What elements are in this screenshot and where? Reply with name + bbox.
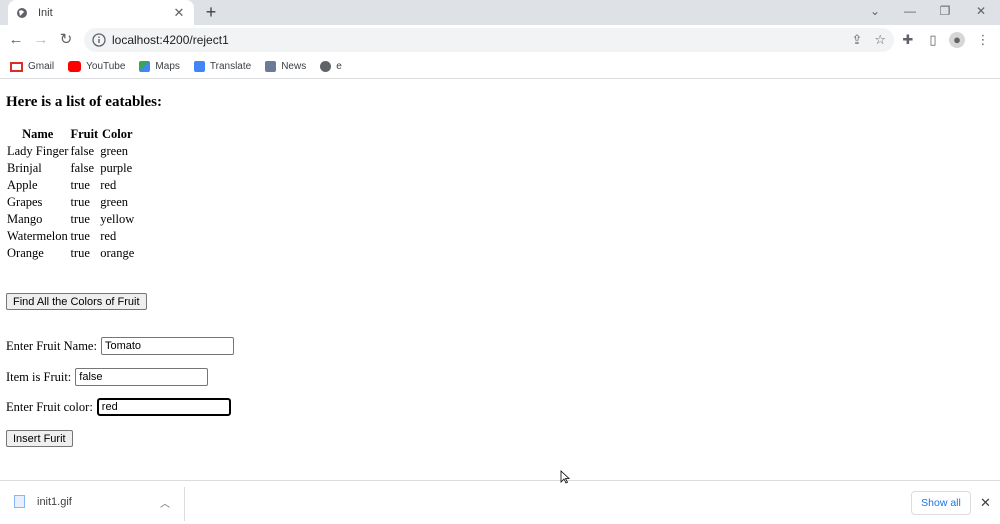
bookmarks-bar: Gmail YouTube Maps Translate News e (0, 55, 1000, 79)
globe-icon (320, 61, 332, 72)
tab-title: Init (38, 6, 53, 19)
is-fruit-label: Item is Fruit: (6, 369, 72, 384)
cell-color: red (100, 178, 117, 192)
cell-fruit: false (70, 144, 95, 158)
bookmark-e[interactable]: e (320, 61, 342, 72)
window-close-icon[interactable]: ✕ (966, 0, 996, 25)
bookmark-translate[interactable]: Translate (193, 61, 251, 72)
cell-name: Orange (7, 246, 44, 260)
is-fruit-row: Item is Fruit: (6, 368, 209, 386)
cell-color: purple (100, 161, 133, 175)
cell-name: Lady Finger (7, 144, 69, 158)
minimize-icon[interactable]: — (895, 0, 925, 25)
fruit-name-input[interactable] (100, 337, 234, 355)
close-tab-icon[interactable]: ✕ (172, 5, 186, 21)
cell-color: yellow (100, 212, 135, 226)
shelf-divider (184, 487, 185, 521)
table-row: Brinjal false purple (7, 160, 134, 177)
chevron-up-icon[interactable]: ︿ (160, 495, 170, 510)
tab-search-icon[interactable]: ⌄ (860, 0, 890, 25)
browser-toolbar: ← → ↻ localhost:4200/reject1 ⇪ ☆ ✚ ▯ ● ⋮ (0, 25, 1000, 55)
table-header-row: Name Fruit Color (7, 126, 134, 143)
cell-name: Apple (7, 178, 38, 192)
address-text: localhost:4200/reject1 (112, 33, 229, 47)
page-content: Here is a list of eatables: Name Fruit C… (0, 80, 1000, 480)
insert-fruit-button[interactable]: Insert Furit (6, 430, 73, 447)
show-all-button[interactable]: Show all (911, 491, 971, 515)
new-tab-button[interactable]: + (202, 2, 220, 22)
eatables-table: Name Fruit Color Lady Finger false green… (5, 126, 136, 262)
table-row: Watermelon true red (7, 228, 134, 245)
cell-fruit: true (70, 195, 90, 209)
forward-icon[interactable]: → (32, 31, 50, 49)
maps-icon (139, 61, 151, 72)
cell-fruit: true (70, 246, 90, 260)
cell-fruit: true (70, 212, 90, 226)
cell-color: green (100, 195, 128, 209)
close-shelf-icon[interactable]: ✕ (980, 495, 991, 511)
table-row: Lady Finger false green (7, 143, 134, 160)
globe-icon (17, 7, 27, 18)
share-icon[interactable]: ⇪ (851, 32, 862, 48)
bookmark-news[interactable]: News (265, 61, 306, 72)
table-row: Orange true orange (7, 245, 134, 262)
menu-kebab-icon[interactable]: ⋮ (975, 32, 991, 48)
table-row: Apple true red (7, 177, 134, 194)
extensions-icon[interactable]: ✚ (900, 32, 916, 48)
mouse-cursor-icon (560, 470, 570, 484)
fruit-color-label: Enter Fruit color: (6, 399, 93, 414)
cell-fruit: true (70, 229, 90, 243)
cell-fruit: true (70, 178, 90, 192)
column-header-name: Name (22, 127, 54, 141)
page-heading: Here is a list of eatables: (6, 94, 162, 110)
bookmark-youtube[interactable]: YouTube (68, 61, 125, 72)
news-icon (265, 61, 277, 72)
restore-icon[interactable]: ❐ (930, 0, 960, 25)
file-icon (14, 495, 25, 508)
download-item[interactable]: init1.gif (14, 495, 72, 508)
column-header-color: Color (101, 127, 133, 141)
side-panel-icon[interactable]: ▯ (925, 32, 941, 48)
fruit-color-row: Enter Fruit color: (6, 398, 231, 416)
cell-color: orange (100, 246, 135, 260)
translate-icon (193, 61, 205, 72)
column-header-fruit: Fruit (70, 127, 99, 141)
youtube-icon (68, 61, 82, 72)
browser-tab[interactable]: Init ✕ (8, 0, 194, 25)
cell-name: Mango (7, 212, 43, 226)
address-bar[interactable]: localhost:4200/reject1 ⇪ ☆ (84, 28, 894, 52)
table-row: Mango true yellow (7, 211, 134, 228)
reload-icon[interactable]: ↻ (57, 31, 75, 49)
find-fruit-colors-button[interactable]: Find All the Colors of Fruit (6, 293, 147, 310)
cell-fruit: false (70, 161, 95, 175)
cell-color: red (100, 229, 117, 243)
download-shelf: init1.gif ︿ Show all ✕ (0, 480, 1000, 524)
cell-name: Grapes (7, 195, 43, 209)
cell-name: Watermelon (7, 229, 68, 243)
profile-avatar-icon[interactable]: ● (949, 32, 965, 48)
bookmark-gmail[interactable]: Gmail (10, 61, 54, 72)
fruit-name-row: Enter Fruit Name: (6, 337, 234, 355)
cell-name: Brinjal (7, 161, 42, 175)
back-icon[interactable]: ← (7, 31, 25, 49)
info-icon (92, 33, 106, 47)
table-row: Grapes true green (7, 194, 134, 211)
fruit-name-label: Enter Fruit Name: (6, 338, 97, 353)
download-file-name: init1.gif (37, 495, 72, 508)
bookmark-maps[interactable]: Maps (139, 61, 180, 72)
tab-strip: Init ✕ + ⌄ — ❐ ✕ (0, 0, 1000, 25)
bookmark-star-icon[interactable]: ☆ (874, 32, 886, 48)
is-fruit-input[interactable] (75, 368, 209, 386)
cell-color: green (100, 144, 128, 158)
gmail-icon (10, 61, 23, 72)
fruit-color-input[interactable] (96, 398, 231, 416)
